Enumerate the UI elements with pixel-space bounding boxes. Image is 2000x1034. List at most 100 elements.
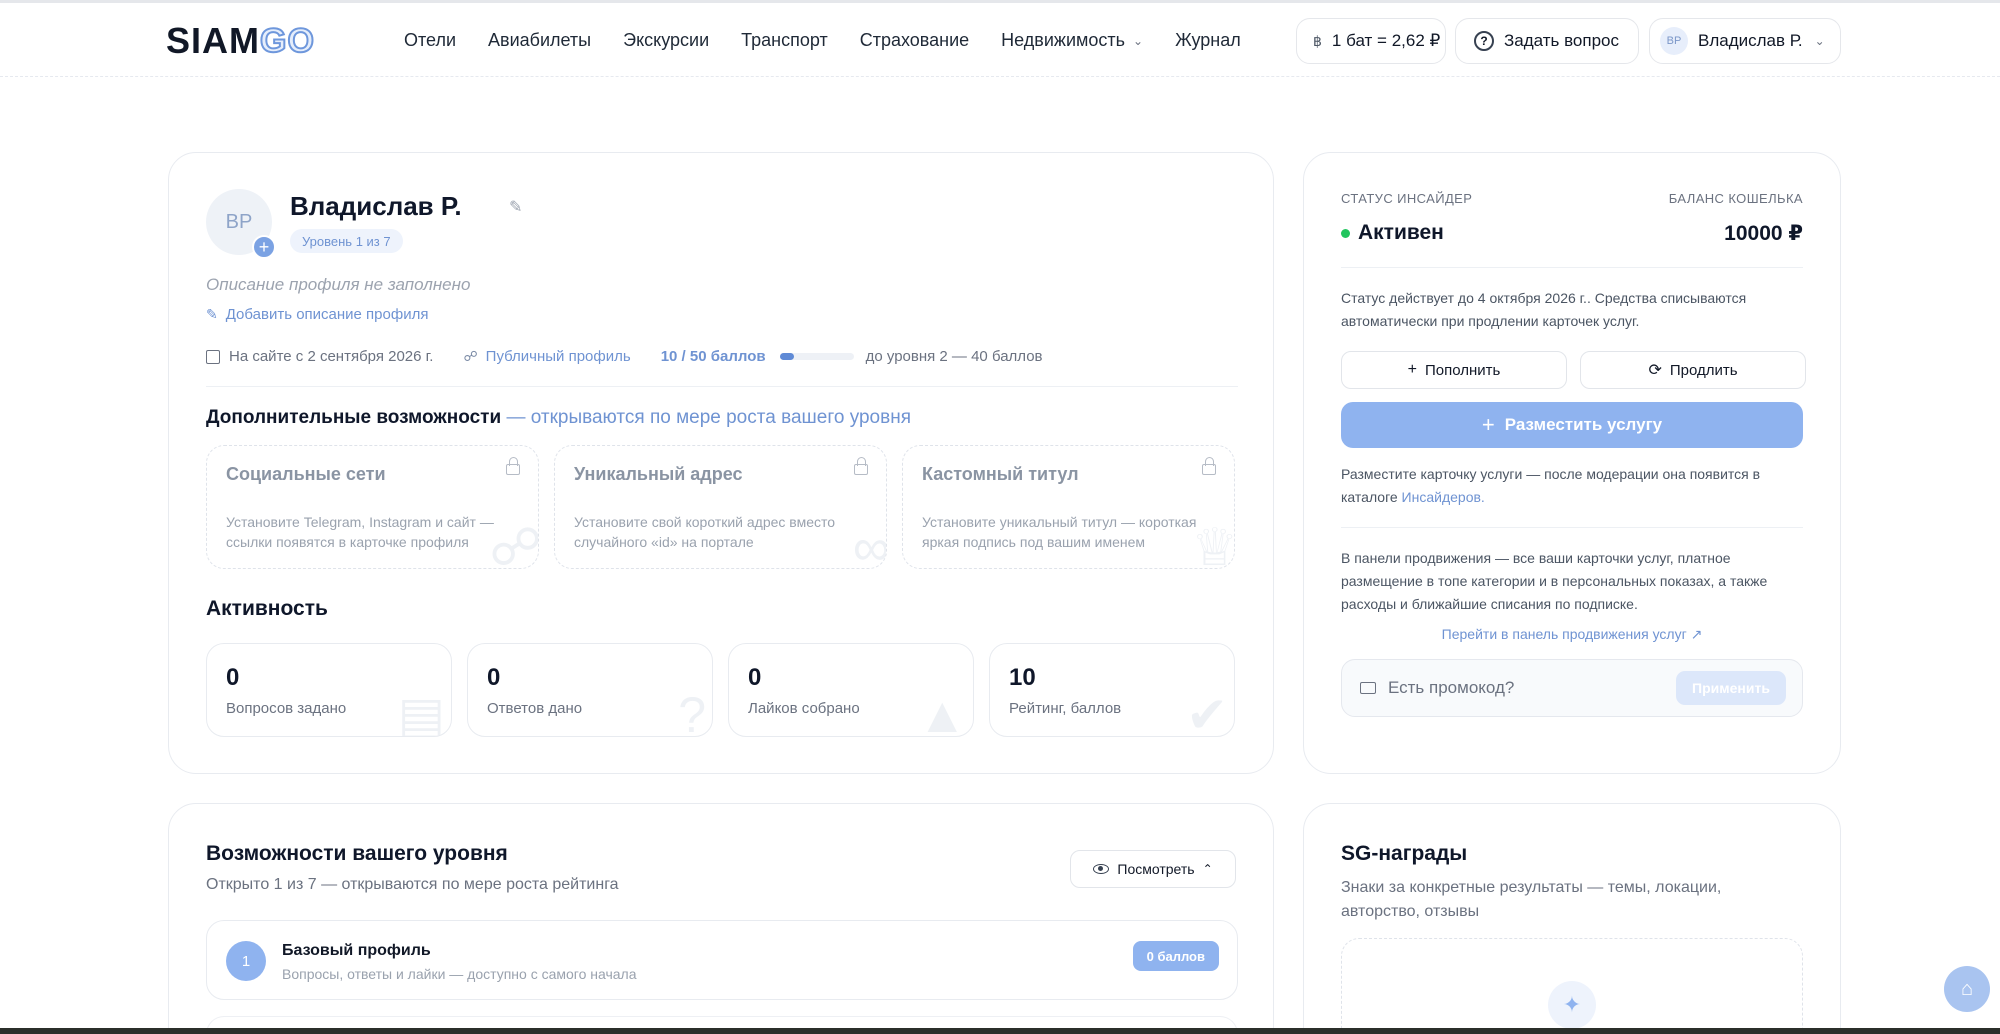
logo-text-go: GO bbox=[259, 21, 315, 61]
lock-icon bbox=[854, 457, 868, 475]
level-number: 1 bbox=[226, 941, 266, 981]
share-icon: ☍ bbox=[463, 348, 478, 364]
logo-text-siam: SIAM bbox=[166, 20, 260, 61]
view-levels-button[interactable]: Посмотреть ⌃ bbox=[1070, 850, 1236, 888]
document-icon: ▤ bbox=[397, 687, 445, 737]
renew-button[interactable]: ⟳ Продлить bbox=[1580, 351, 1806, 389]
eye-icon bbox=[1093, 864, 1110, 874]
lock-icon bbox=[1202, 457, 1216, 475]
public-profile-link[interactable]: ☍ Публичный профиль bbox=[463, 348, 630, 365]
nav-hotels[interactable]: Отели bbox=[404, 30, 456, 51]
level-row-title: Базовый профиль bbox=[282, 942, 431, 959]
edit-pencil-icon[interactable]: ✎ bbox=[509, 197, 522, 217]
avatar: ВР bbox=[1660, 27, 1688, 55]
feature-description: Установите уникальный титул — короткая я… bbox=[922, 514, 1197, 550]
feature-unique-address: Уникальный адрес Установите свой коротки… bbox=[554, 445, 887, 569]
add-avatar-button[interactable]: + bbox=[252, 235, 276, 259]
renew-label: Продлить bbox=[1669, 361, 1738, 379]
user-menu-button[interactable]: ВР Владислав Р. ⌄ bbox=[1649, 18, 1841, 64]
chevron-up-icon: ⌃ bbox=[1202, 862, 1213, 876]
logo[interactable]: SIAM GO bbox=[166, 20, 315, 61]
nav-flights[interactable]: Авиабилеты bbox=[488, 30, 591, 51]
stat-label: Ответов дано bbox=[487, 700, 583, 717]
home-icon: ⌂ bbox=[1960, 977, 1974, 1000]
promotion-panel-link[interactable]: Перейти в панель продвижения услуг ↗ bbox=[1341, 626, 1803, 643]
level-progress-bar bbox=[779, 353, 854, 360]
sg-awards-card: SG-награды Знаки за конкретные результат… bbox=[1303, 803, 1841, 1034]
divider bbox=[1341, 267, 1803, 268]
promo-code-input[interactable]: Есть промокод? bbox=[1388, 678, 1514, 698]
nav-journal[interactable]: Журнал bbox=[1175, 30, 1241, 51]
stat-questions: 0 Вопросов задано ▤ bbox=[206, 643, 452, 737]
stat-value: 0 bbox=[226, 664, 240, 691]
link-icon: ∞ bbox=[852, 519, 887, 569]
nav-label: Недвижимость bbox=[1001, 30, 1126, 50]
feature-title: Социальные сети bbox=[226, 464, 386, 484]
feature-social-networks: Социальные сети Установите Telegram, Ins… bbox=[206, 445, 539, 569]
level-points-badge: 0 баллов bbox=[1132, 941, 1219, 971]
extra-features-subtitle: — открываются по мере роста вашего уровн… bbox=[506, 407, 911, 428]
wallet-card: СТАТУС ИНСАЙДЕР БАЛАНС КОШЕЛЬКА Активен … bbox=[1303, 152, 1841, 774]
question-icon: ? bbox=[678, 687, 706, 737]
awards-title: SG-награды bbox=[1341, 842, 1468, 865]
stat-answers: 0 Ответов дано ? bbox=[467, 643, 713, 737]
ask-question-button[interactable]: ? Задать вопрос bbox=[1455, 18, 1639, 64]
calendar-icon bbox=[206, 349, 220, 364]
profile-description-empty: Описание профиля не заполнено bbox=[206, 275, 471, 294]
insider-status-value: Активен bbox=[1358, 221, 1444, 244]
refresh-icon: ⟳ bbox=[1648, 362, 1662, 379]
level-features-title: Возможности вашего уровня bbox=[206, 842, 508, 865]
stat-value: 0 bbox=[748, 664, 762, 691]
promotion-panel-text: В панели продвижения — все ваши карточки… bbox=[1341, 550, 1768, 612]
crown-icon: ♕ bbox=[1191, 519, 1235, 569]
add-description-link[interactable]: ✎ Добавить описание профиля bbox=[206, 306, 428, 323]
nav-label: Экскурсии bbox=[623, 30, 710, 50]
stat-rating: 10 Рейтинг, баллов ✔ bbox=[989, 643, 1235, 737]
status-dot-icon bbox=[1341, 228, 1350, 238]
nav-excursions[interactable]: Экскурсии bbox=[623, 30, 709, 51]
nav-insurance[interactable]: Страхование bbox=[860, 30, 969, 51]
awards-subtitle: Знаки за конкретные результаты — темы, л… bbox=[1341, 879, 1722, 920]
status-validity-text: Статус действует до 4 октября 2026 г.. С… bbox=[1341, 290, 1747, 329]
nav-realty[interactable]: Недвижимость ⌄ bbox=[1001, 30, 1143, 51]
level-progress-fill bbox=[779, 353, 795, 360]
ask-question-label: Задать вопрос bbox=[1504, 31, 1619, 50]
profile-card: ВР + Владислав Р. ✎ Уровень 1 из 7 Описа… bbox=[168, 152, 1274, 774]
level-features-subtitle: Открыто 1 из 7 — открываются по мере рос… bbox=[206, 876, 619, 893]
currency-rate-button[interactable]: ฿ 1 бат = 2,62 ₽ bbox=[1296, 18, 1446, 64]
share-icon: ☍ bbox=[489, 519, 539, 569]
thumb-icon: ▲ bbox=[917, 687, 968, 737]
home-floating-button[interactable]: ⌂ bbox=[1944, 966, 1990, 1012]
place-service-text: Разместите карточку услуги — после модер… bbox=[1341, 463, 1803, 509]
place-service-label: Разместить услугу bbox=[1504, 415, 1663, 434]
sparkle-icon: ✦ bbox=[1548, 981, 1596, 1029]
profile-meta-row: На сайте с 2 сентября 2026 г. ☍ Публичны… bbox=[206, 348, 1043, 365]
lock-icon bbox=[506, 457, 520, 475]
divider bbox=[206, 386, 1238, 387]
currency-rate-text: 1 бат = 2,62 ₽ bbox=[1331, 31, 1441, 50]
stat-value: 10 bbox=[1009, 664, 1036, 691]
wallet-balance: 10000 ₽ bbox=[1724, 222, 1803, 245]
topup-button[interactable]: + Пополнить bbox=[1341, 351, 1567, 389]
points-counter: 10 / 50 баллов bbox=[660, 348, 766, 365]
feature-description: Установите свой короткий адрес вместо сл… bbox=[574, 514, 836, 550]
insider-status-label: СТАТУС ИНСАЙДЕР bbox=[1341, 191, 1473, 206]
apply-promo-button[interactable]: Применить bbox=[1676, 671, 1786, 705]
extra-features-heading: Дополнительные возможности bbox=[206, 407, 502, 428]
nav-label: Страхование bbox=[859, 30, 970, 50]
ticket-icon bbox=[1360, 682, 1376, 694]
stat-label: Рейтинг, баллов bbox=[1009, 700, 1122, 717]
user-name: Владислав Р. bbox=[1698, 31, 1803, 50]
chevron-down-icon: ⌄ bbox=[1133, 33, 1144, 48]
place-service-button[interactable]: + Разместить услугу bbox=[1341, 402, 1803, 448]
pencil-icon: ✎ bbox=[206, 306, 218, 322]
awards-empty-box: ✦ bbox=[1341, 938, 1803, 1034]
plus-icon: + bbox=[1481, 412, 1495, 437]
plus-icon: + bbox=[1407, 361, 1417, 378]
question-bubble-icon: ? bbox=[1474, 31, 1494, 51]
nav-transport[interactable]: Транспорт bbox=[741, 30, 828, 51]
level-row-description: Вопросы, ответы и лайки — доступно с сам… bbox=[282, 966, 637, 982]
stat-label: Вопросов задано bbox=[226, 700, 347, 717]
insiders-catalog-link[interactable]: Инсайдеров. bbox=[1402, 489, 1485, 505]
feature-title: Уникальный адрес bbox=[574, 464, 743, 484]
